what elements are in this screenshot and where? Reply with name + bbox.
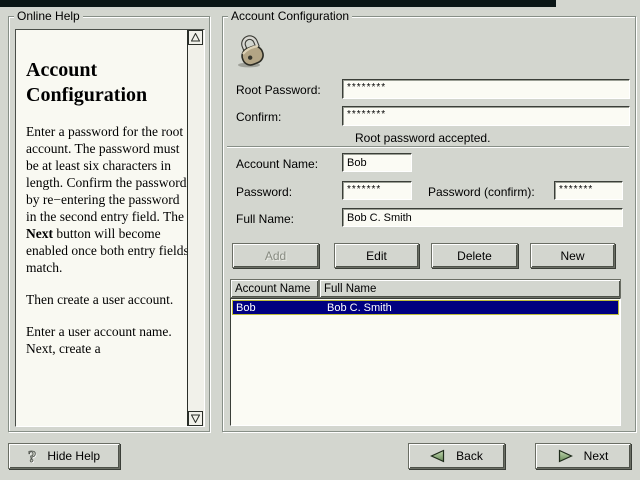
edit-button[interactable]: Edit xyxy=(334,243,419,268)
help-scrollbar-track[interactable] xyxy=(188,45,203,411)
top-edge-band xyxy=(0,0,556,7)
confirm-password-label: Confirm: xyxy=(236,110,281,124)
full-name-input[interactable]: Bob C. Smith xyxy=(342,208,623,227)
back-label: Back xyxy=(456,449,483,463)
help-heading: Account Configuration xyxy=(26,58,176,108)
table-header-account-name[interactable]: Account Name xyxy=(230,279,319,298)
installer-screen: Online Help Account Configuration Enter … xyxy=(0,0,640,480)
user-password-label: Password: xyxy=(236,185,292,199)
root-password-status: Root password accepted. xyxy=(355,131,490,145)
padlock-icon xyxy=(235,33,269,69)
password-confirm-label: Password (confirm): xyxy=(428,185,535,199)
help-paragraph-2: Then create a user account. xyxy=(26,291,188,308)
root-password-label: Root Password: xyxy=(236,83,321,97)
section-separator xyxy=(227,146,629,148)
user-password-input[interactable]: ******* xyxy=(342,181,412,200)
scroll-up-button[interactable] xyxy=(188,30,203,45)
help-viewport: Account Configuration Enter a password f… xyxy=(15,29,205,427)
full-name-label: Full Name: xyxy=(236,212,294,226)
cell-full-name: Bob C. Smith xyxy=(325,302,392,314)
cell-account-name: Bob xyxy=(233,302,325,314)
account-name-label: Account Name: xyxy=(236,157,318,171)
help-content: Account Configuration Enter a password f… xyxy=(16,30,188,426)
down-arrow-icon xyxy=(191,414,200,423)
add-button[interactable]: Add xyxy=(232,243,319,268)
account-name-input[interactable]: Bob xyxy=(342,153,412,172)
delete-button[interactable]: Delete xyxy=(431,243,518,268)
hide-help-label: Hide Help xyxy=(47,449,100,463)
help-paragraph-3: Enter a user account name. Next, create … xyxy=(26,323,188,357)
confirm-password-input[interactable]: ******** xyxy=(342,106,630,126)
password-confirm-input[interactable]: ******* xyxy=(554,181,623,200)
back-button[interactable]: Back xyxy=(408,443,505,469)
help-scrollbar[interactable] xyxy=(187,30,204,426)
next-arrow-icon xyxy=(558,449,573,463)
online-help-groupbox: Online Help Account Configuration Enter … xyxy=(8,16,210,432)
table-header-full-name[interactable]: Full Name xyxy=(319,279,621,298)
account-configuration-title: Account Configuration xyxy=(228,9,352,23)
table-row[interactable]: Bob Bob C. Smith xyxy=(232,300,619,315)
scroll-down-button[interactable] xyxy=(188,411,203,426)
next-label: Next xyxy=(584,449,609,463)
up-arrow-icon xyxy=(191,33,200,42)
help-paragraph-1-bold: Next xyxy=(26,226,53,241)
new-button[interactable]: New xyxy=(530,243,615,268)
question-mark-icon: ? xyxy=(28,448,37,465)
help-paragraph-1-text: Enter a password for the root account. T… xyxy=(26,124,186,224)
accounts-table[interactable]: Bob Bob C. Smith xyxy=(230,298,621,426)
root-password-input[interactable]: ******** xyxy=(342,79,630,99)
help-paragraph-1: Enter a password for the root account. T… xyxy=(26,123,188,276)
next-button[interactable]: Next xyxy=(535,443,631,469)
hide-help-button[interactable]: ? Hide Help xyxy=(8,443,120,469)
account-configuration-groupbox: Account Configuration Root Password: ***… xyxy=(222,16,636,432)
online-help-title: Online Help xyxy=(14,9,83,23)
back-arrow-icon xyxy=(430,449,445,463)
